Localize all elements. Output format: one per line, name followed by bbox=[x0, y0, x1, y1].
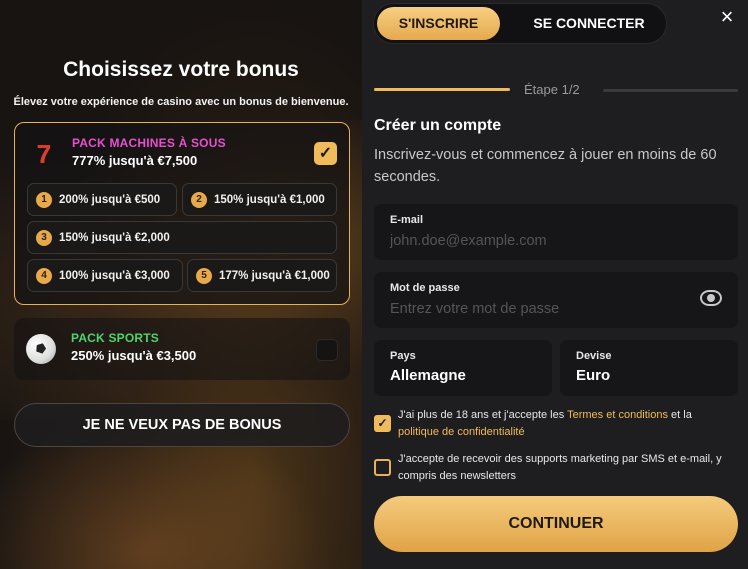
option-number: 3 bbox=[36, 229, 52, 246]
progress-bar-remaining bbox=[603, 89, 738, 92]
pack-sports-value: 250% jusqu'à €3,500 bbox=[71, 348, 197, 363]
option-label: 150% jusqu'à €1,000 bbox=[214, 193, 325, 206]
email-placeholder: john.doe@example.com bbox=[390, 233, 547, 249]
step-label: Étape 1/2 bbox=[524, 82, 580, 97]
auth-tabs: S'INSCRIRE SE CONNECTER bbox=[373, 3, 667, 44]
terms-text-2: et la bbox=[668, 409, 692, 421]
bonus-title: Choisissez votre bonus bbox=[63, 58, 299, 81]
slot-machine-icon: 7 bbox=[36, 139, 52, 169]
bonus-panel: Choisissez votre bonus Élevez votre expé… bbox=[0, 0, 362, 569]
option-label: 177% jusqu'à €1,000 bbox=[219, 269, 330, 282]
password-placeholder: Entrez votre mot de passe bbox=[390, 301, 560, 317]
email-field[interactable]: E-mail john.doe@example.com bbox=[374, 204, 738, 260]
country-label: Pays bbox=[390, 350, 416, 362]
password-field[interactable]: Mot de passe Entrez votre mot de passe bbox=[374, 272, 738, 328]
tab-register[interactable]: S'INSCRIRE bbox=[377, 7, 500, 40]
pack-sports-name: PACK SPORTS bbox=[71, 331, 159, 345]
option-label: 100% jusqu'à €3,000 bbox=[59, 269, 170, 282]
no-bonus-button[interactable]: JE NE VEUX PAS DE BONUS bbox=[14, 403, 350, 447]
country-select[interactable]: Pays Allemagne bbox=[374, 340, 552, 396]
soccer-ball-icon bbox=[26, 334, 56, 364]
form-description: Inscrivez-vous et commencez à jouer en m… bbox=[374, 147, 717, 185]
progress-bar-done bbox=[374, 88, 510, 91]
marketing-text: J'accepte de recevoir des supports marke… bbox=[398, 453, 722, 482]
currency-label: Devise bbox=[576, 350, 612, 362]
continue-button[interactable]: CONTINUER bbox=[374, 496, 738, 552]
bonus-option-2[interactable]: 2 150% jusqu'à €1,000 bbox=[182, 183, 337, 216]
checkmark-icon[interactable]: ✓ bbox=[314, 142, 337, 165]
option-label: 200% jusqu'à €500 bbox=[59, 193, 161, 206]
option-label: 150% jusqu'à €2,000 bbox=[59, 231, 170, 244]
form-title: Créer un compte bbox=[374, 117, 502, 134]
option-number: 1 bbox=[36, 191, 52, 208]
terms-checkbox[interactable]: ✓ bbox=[374, 415, 391, 432]
country-value: Allemagne bbox=[390, 367, 466, 384]
currency-value: Euro bbox=[576, 367, 611, 384]
bonus-option-5[interactable]: 5 177% jusqu'à €1,000 bbox=[187, 259, 337, 292]
bonus-option-1[interactable]: 1 200% jusqu'à €500 bbox=[27, 183, 177, 216]
tab-login[interactable]: SE CONNECTER bbox=[514, 7, 664, 40]
email-label: E-mail bbox=[390, 214, 424, 226]
terms-text-1: J'ai plus de 18 ans et j'accepte les bbox=[398, 409, 568, 421]
option-number: 5 bbox=[196, 267, 212, 284]
bonus-option-3[interactable]: 3 150% jusqu'à €2,000 bbox=[27, 221, 337, 254]
currency-select[interactable]: Devise Euro bbox=[560, 340, 738, 396]
pack-slots-card[interactable]: 7 PACK MACHINES À SOUS 777% jusqu'à €7,5… bbox=[14, 122, 350, 305]
marketing-checkbox[interactable] bbox=[374, 459, 391, 476]
option-number: 4 bbox=[36, 267, 52, 284]
option-number: 2 bbox=[191, 191, 207, 208]
pack-slots-name: PACK MACHINES À SOUS bbox=[72, 136, 226, 150]
checkbox-empty[interactable] bbox=[316, 339, 338, 361]
terms-text: J'ai plus de 18 ans et j'accepte les Ter… bbox=[398, 407, 728, 441]
close-icon[interactable]: × bbox=[716, 6, 738, 28]
pack-slots-value: 777% jusqu'à €7,500 bbox=[72, 153, 198, 168]
pack-sports-card[interactable]: PACK SPORTS 250% jusqu'à €3,500 bbox=[14, 318, 350, 380]
bonus-subtitle: Élevez votre expérience de casino avec u… bbox=[13, 96, 349, 108]
privacy-link[interactable]: politique de confidentialité bbox=[398, 426, 525, 438]
terms-link[interactable]: Termes et conditions bbox=[567, 409, 668, 421]
eye-icon[interactable] bbox=[700, 290, 722, 306]
password-label: Mot de passe bbox=[390, 282, 460, 294]
bonus-option-4[interactable]: 4 100% jusqu'à €3,000 bbox=[27, 259, 183, 292]
